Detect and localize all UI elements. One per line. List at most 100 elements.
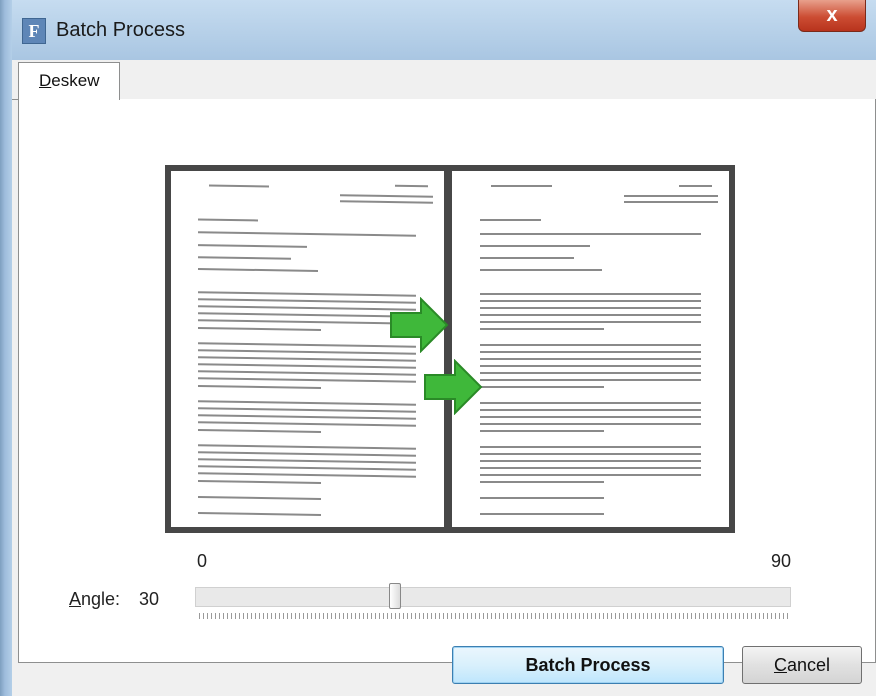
batch-process-button[interactable]: Batch Process [452, 646, 724, 684]
document-text-line [479, 372, 702, 374]
document-text-line [479, 321, 702, 323]
document-text-line [394, 184, 428, 188]
document-text-line [479, 474, 702, 476]
document-text-line [479, 453, 702, 455]
close-button[interactable]: x [798, 0, 866, 32]
document-text-line [198, 421, 417, 427]
document-text-line [479, 307, 702, 309]
document-text-line [198, 414, 417, 420]
document-text-line [198, 231, 417, 237]
document-text-line [198, 377, 417, 383]
document-text-line [479, 269, 602, 271]
batch-process-window: F Batch Process x Deskew 0 90 Angle: 30 … [0, 0, 876, 696]
document-text-line [198, 342, 417, 348]
document-text-line [490, 185, 552, 187]
document-text-line [479, 219, 541, 221]
document-text-line [479, 497, 605, 499]
document-text-line [479, 245, 591, 247]
document-text-line [198, 218, 259, 222]
document-text-line [198, 291, 417, 297]
document-text-line [479, 365, 702, 367]
document-text-line [479, 467, 702, 469]
document-text-line [479, 402, 702, 404]
document-text-line [479, 344, 702, 346]
tab-label-rest: eskew [51, 71, 100, 90]
title-bar[interactable]: F Batch Process x [12, 0, 876, 60]
angle-slider-ticks [199, 613, 789, 619]
document-text-line [479, 460, 702, 462]
document-text-line [198, 327, 322, 331]
document-text-line [198, 512, 322, 516]
dialog-client-area: Deskew 0 90 Angle: 30 Batch Process Canc… [12, 60, 876, 696]
document-text-line [198, 363, 417, 369]
document-text-line [209, 184, 270, 188]
angle-slider[interactable] [195, 587, 791, 607]
angle-value: 30 [139, 589, 160, 609]
tab-label: Deskew [39, 71, 99, 91]
window-frame-left [0, 0, 12, 696]
document-text-line [198, 244, 308, 248]
angle-label-rest: ngle: [81, 589, 121, 609]
document-text-line [198, 356, 417, 362]
deskew-tab-panel: 0 90 Angle: 30 [18, 99, 876, 663]
document-text-line [479, 300, 702, 302]
document-text-line [340, 194, 434, 198]
document-text-line [198, 305, 417, 311]
document-text-line [479, 379, 702, 381]
deskew-preview [165, 165, 735, 533]
document-text-line [479, 430, 605, 432]
document-text-line [479, 257, 574, 259]
document-text-line [479, 233, 702, 235]
document-text-line [198, 370, 417, 376]
document-text-line [198, 480, 322, 484]
arrow-right-icon [424, 359, 483, 415]
tab-mnemonic: D [39, 71, 52, 90]
document-text-line [479, 293, 702, 295]
document-text-line [198, 312, 417, 318]
app-icon: F [22, 18, 46, 44]
document-text-line [479, 446, 702, 448]
document-text-line [679, 185, 713, 187]
document-text-line [198, 472, 417, 478]
cancel-button[interactable]: Cancel [742, 646, 862, 684]
document-text-line [198, 385, 322, 389]
document-text-line [198, 298, 417, 304]
document-text-line [198, 429, 322, 433]
document-text-line [198, 444, 417, 450]
document-text-line [198, 465, 417, 471]
document-text-line [479, 386, 605, 388]
document-text-line [198, 458, 417, 464]
document-text-line [340, 200, 434, 204]
document-text-line [198, 319, 417, 325]
document-text-line [479, 513, 605, 515]
cancel-label-rest: ancel [786, 655, 831, 675]
document-text-line [479, 423, 702, 425]
document-text-line [479, 314, 702, 316]
document-text-line [479, 409, 702, 411]
document-text-line [479, 351, 702, 353]
document-text-line [479, 328, 605, 330]
document-text-line [198, 268, 319, 272]
document-text-line [198, 400, 417, 406]
close-icon: x [826, 4, 838, 26]
document-text-line [198, 349, 417, 355]
app-icon-letter: F [28, 21, 40, 41]
document-text-line [198, 407, 417, 413]
arrow-right-icon [390, 297, 449, 353]
angle-label-mnemonic: A [69, 589, 82, 609]
document-text-line [198, 496, 322, 500]
window-title: Batch Process [56, 19, 185, 41]
tab-deskew[interactable]: Deskew [18, 62, 120, 100]
document-text-line [198, 451, 417, 457]
document-text-line [623, 195, 718, 197]
angle-min-label: 0 [197, 551, 208, 571]
document-text-line [198, 256, 292, 260]
document-text-line [623, 201, 718, 203]
angle-max-label: 90 [771, 551, 792, 571]
document-text-line [479, 358, 702, 360]
document-text-line [479, 481, 605, 483]
document-text-line [479, 416, 702, 418]
angle-label: Angle: [69, 589, 120, 610]
angle-slider-thumb[interactable] [389, 583, 402, 609]
deskewed-document-image [452, 171, 729, 527]
